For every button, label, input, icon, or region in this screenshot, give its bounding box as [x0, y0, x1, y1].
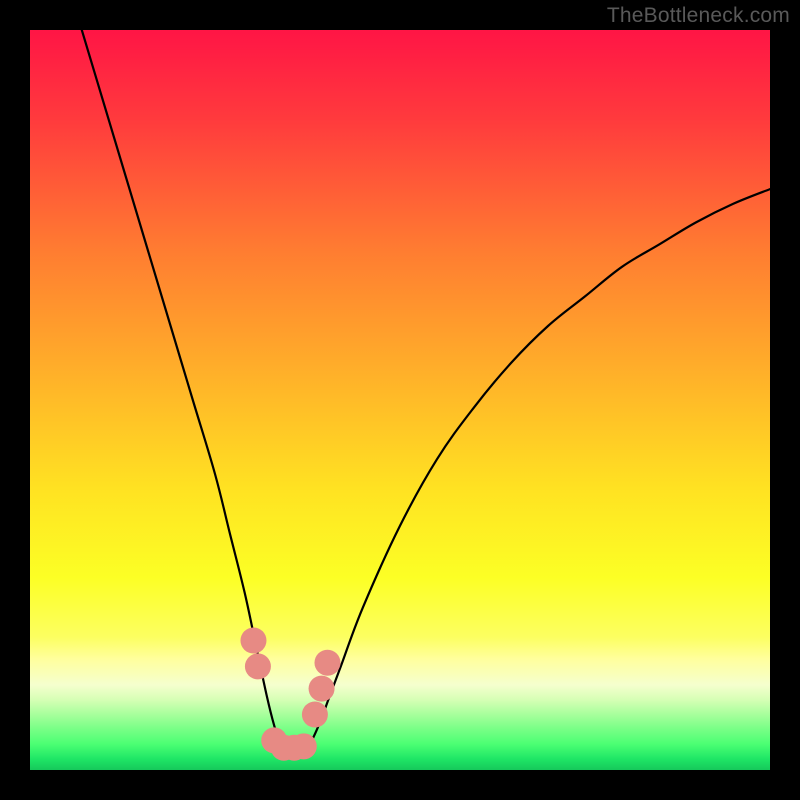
watermark-text: TheBottleneck.com — [607, 4, 790, 28]
plot-area — [30, 30, 770, 770]
gradient-background — [30, 30, 770, 770]
marker-point — [291, 733, 317, 759]
marker-point — [314, 650, 340, 676]
marker-point — [302, 702, 328, 728]
marker-point — [309, 676, 335, 702]
chart-container: TheBottleneck.com — [0, 0, 800, 800]
marker-point — [240, 628, 266, 654]
marker-point — [245, 653, 271, 679]
chart-svg — [30, 30, 770, 770]
